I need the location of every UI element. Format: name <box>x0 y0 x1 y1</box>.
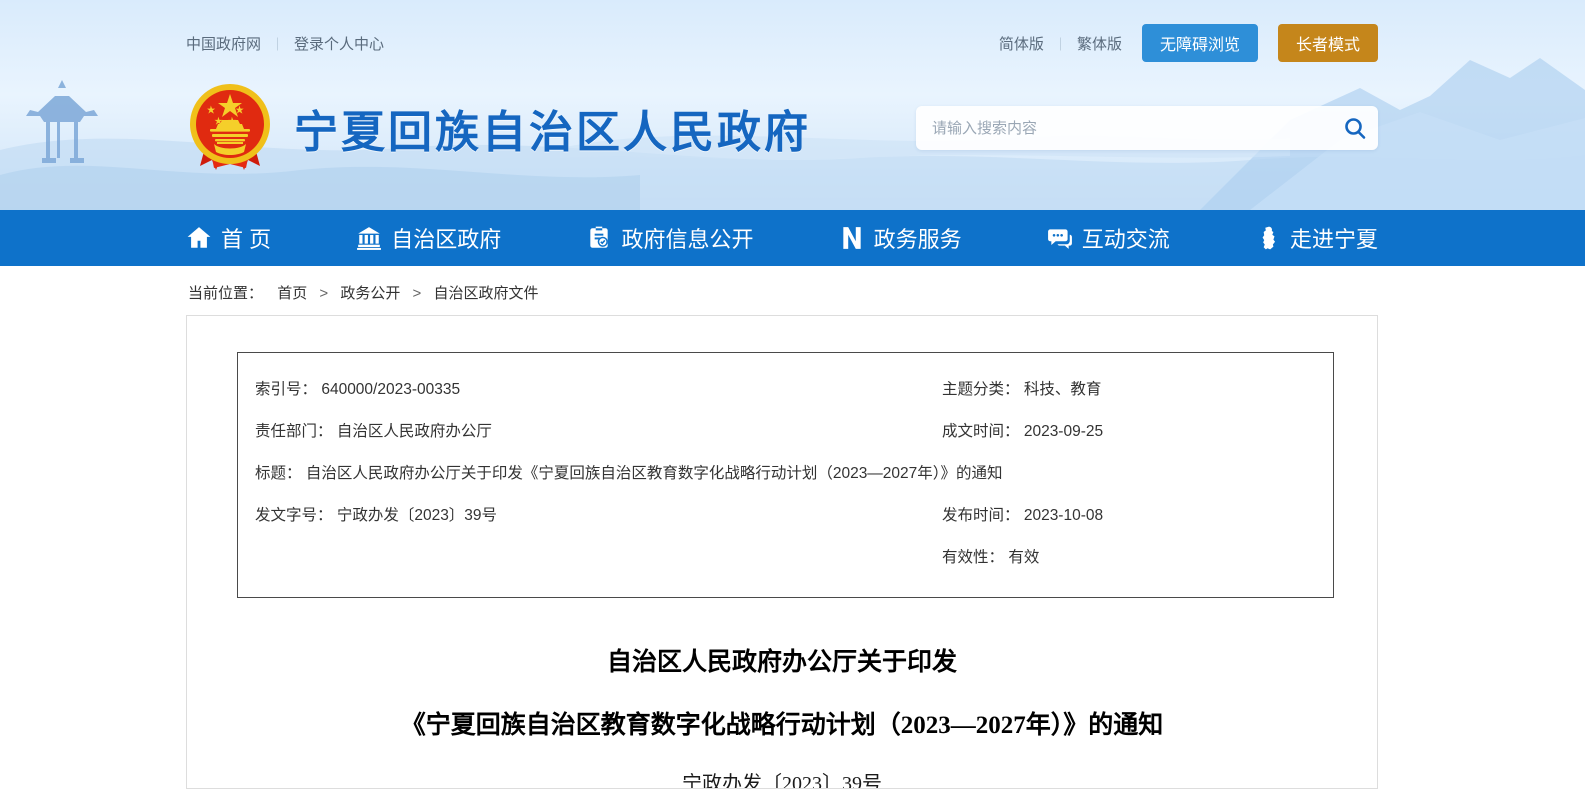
breadcrumb: 当前位置： 首页 > 政务公开 > 自治区政府文件 <box>186 266 1378 315</box>
separator: ｜ <box>1054 34 1067 53</box>
meta-category-value: 科技、教育 <box>1024 381 1102 398</box>
breadcrumb-separator: > <box>319 285 328 302</box>
meta-publish-date-value: 2023-10-08 <box>1024 507 1103 524</box>
article-title-line2: 《宁夏回族自治区教育数字化战略行动计划（2023—2027年）》的通知 <box>187 705 1377 741</box>
site-header: 中国政府网 ｜ 登录个人中心 简体版 ｜ 繁体版 无障碍浏览 长者模式 <box>0 0 1585 210</box>
search-button[interactable] <box>1332 106 1378 150</box>
national-emblem-logo[interactable] <box>186 82 274 174</box>
meta-row-title: 标题： 自治区人民政府办公厅关于印发《宁夏回族自治区教育数字化战略行动计划（20… <box>238 453 1333 495</box>
nav-label: 政务服务 <box>874 222 962 254</box>
nav-label: 互动交流 <box>1082 222 1170 254</box>
document-meta-table: 索引号： 640000/2023-00335 主题分类： 科技、教育 责任部门：… <box>237 352 1334 598</box>
nav-item-regional-government[interactable]: 自治区政府 <box>356 222 501 254</box>
chat-bubble-icon <box>1047 225 1073 251</box>
nav-item-services[interactable]: 政务服务 <box>839 222 962 254</box>
info-disclosure-icon <box>586 225 612 251</box>
meta-validity-value: 有效 <box>1008 549 1039 566</box>
nav-item-interaction[interactable]: 互动交流 <box>1047 222 1170 254</box>
search-input[interactable] <box>916 120 1332 137</box>
meta-row: 索引号： 640000/2023-00335 主题分类： 科技、教育 <box>238 369 1333 411</box>
nav-label: 自治区政府 <box>391 222 501 254</box>
breadcrumb-home[interactable]: 首页 <box>277 285 307 302</box>
elder-mode-button[interactable]: 长者模式 <box>1278 24 1378 62</box>
meta-title-value: 自治区人民政府办公厅关于印发《宁夏回族自治区教育数字化战略行动计划（2023—2… <box>306 465 1003 482</box>
meta-department-value: 自治区人民政府办公厅 <box>337 423 492 440</box>
home-icon <box>186 225 212 251</box>
meta-title-label: 标题： <box>255 465 302 482</box>
meta-doc-number-value: 宁政办发〔2023〕39号 <box>337 507 497 524</box>
search-icon <box>1343 116 1367 140</box>
meta-validity-label: 有效性： <box>942 549 1004 566</box>
meta-doc-number-label: 发文字号： <box>255 507 333 524</box>
topbar-links-left: 中国政府网 ｜ 登录个人中心 <box>186 33 384 54</box>
ningxia-map-icon <box>1255 225 1281 251</box>
breadcrumb-government-documents[interactable]: 自治区政府文件 <box>433 285 538 302</box>
main-nav: 首 页 自治区政府 政府信息公开 <box>0 210 1585 266</box>
nav-label: 首 页 <box>221 222 271 254</box>
article-doc-number: 宁政办发〔2023〕39号 <box>187 767 1377 789</box>
document-content-panel: 索引号： 640000/2023-00335 主题分类： 科技、教育 责任部门：… <box>186 315 1378 789</box>
topbar-links-right: 简体版 ｜ 繁体版 无障碍浏览 长者模式 <box>999 24 1378 62</box>
meta-row: 发文字号： 宁政办发〔2023〕39号 发布时间： 2023-10-08 <box>238 495 1333 537</box>
meta-written-date-value: 2023-09-25 <box>1024 423 1103 440</box>
services-n-icon <box>839 225 865 251</box>
meta-publish-date-label: 发布时间： <box>942 507 1020 524</box>
meta-index-value: 640000/2023-00335 <box>321 381 460 398</box>
gov-site-link[interactable]: 中国政府网 <box>186 36 261 53</box>
login-link[interactable]: 登录个人中心 <box>294 36 384 53</box>
traditional-chinese-link[interactable]: 繁体版 <box>1077 33 1122 54</box>
article-header: 自治区人民政府办公厅关于印发 《宁夏回族自治区教育数字化战略行动计划（2023—… <box>187 642 1377 789</box>
nav-label: 走进宁夏 <box>1290 222 1378 254</box>
meta-written-date-label: 成文时间： <box>942 423 1020 440</box>
breadcrumb-prefix: 当前位置： <box>188 285 263 302</box>
meta-row: 责任部门： 自治区人民政府办公厅 成文时间： 2023-09-25 <box>238 411 1333 453</box>
government-building-icon <box>356 225 382 251</box>
accessibility-button[interactable]: 无障碍浏览 <box>1142 24 1258 62</box>
article-title-line1: 自治区人民政府办公厅关于印发 <box>187 642 1377 678</box>
pavilion-art <box>26 80 98 163</box>
breadcrumb-open-government[interactable]: 政务公开 <box>340 285 400 302</box>
meta-category-label: 主题分类： <box>942 381 1020 398</box>
nav-item-home[interactable]: 首 页 <box>186 222 271 254</box>
meta-department-label: 责任部门： <box>255 423 333 440</box>
nav-label: 政府信息公开 <box>621 222 753 254</box>
separator: ｜ <box>271 37 284 52</box>
search-box <box>916 106 1378 150</box>
meta-row: 有效性： 有效 <box>238 537 1333 579</box>
site-title[interactable]: 宁夏回族自治区人民政府 <box>294 96 811 160</box>
nav-item-about-ningxia[interactable]: 走进宁夏 <box>1255 222 1378 254</box>
meta-index-label: 索引号： <box>255 381 317 398</box>
simplified-chinese-link[interactable]: 简体版 <box>999 33 1044 54</box>
nav-item-info-disclosure[interactable]: 政府信息公开 <box>586 222 753 254</box>
breadcrumb-separator: > <box>413 285 422 302</box>
topbar: 中国政府网 ｜ 登录个人中心 简体版 ｜ 繁体版 无障碍浏览 长者模式 <box>186 24 1378 62</box>
